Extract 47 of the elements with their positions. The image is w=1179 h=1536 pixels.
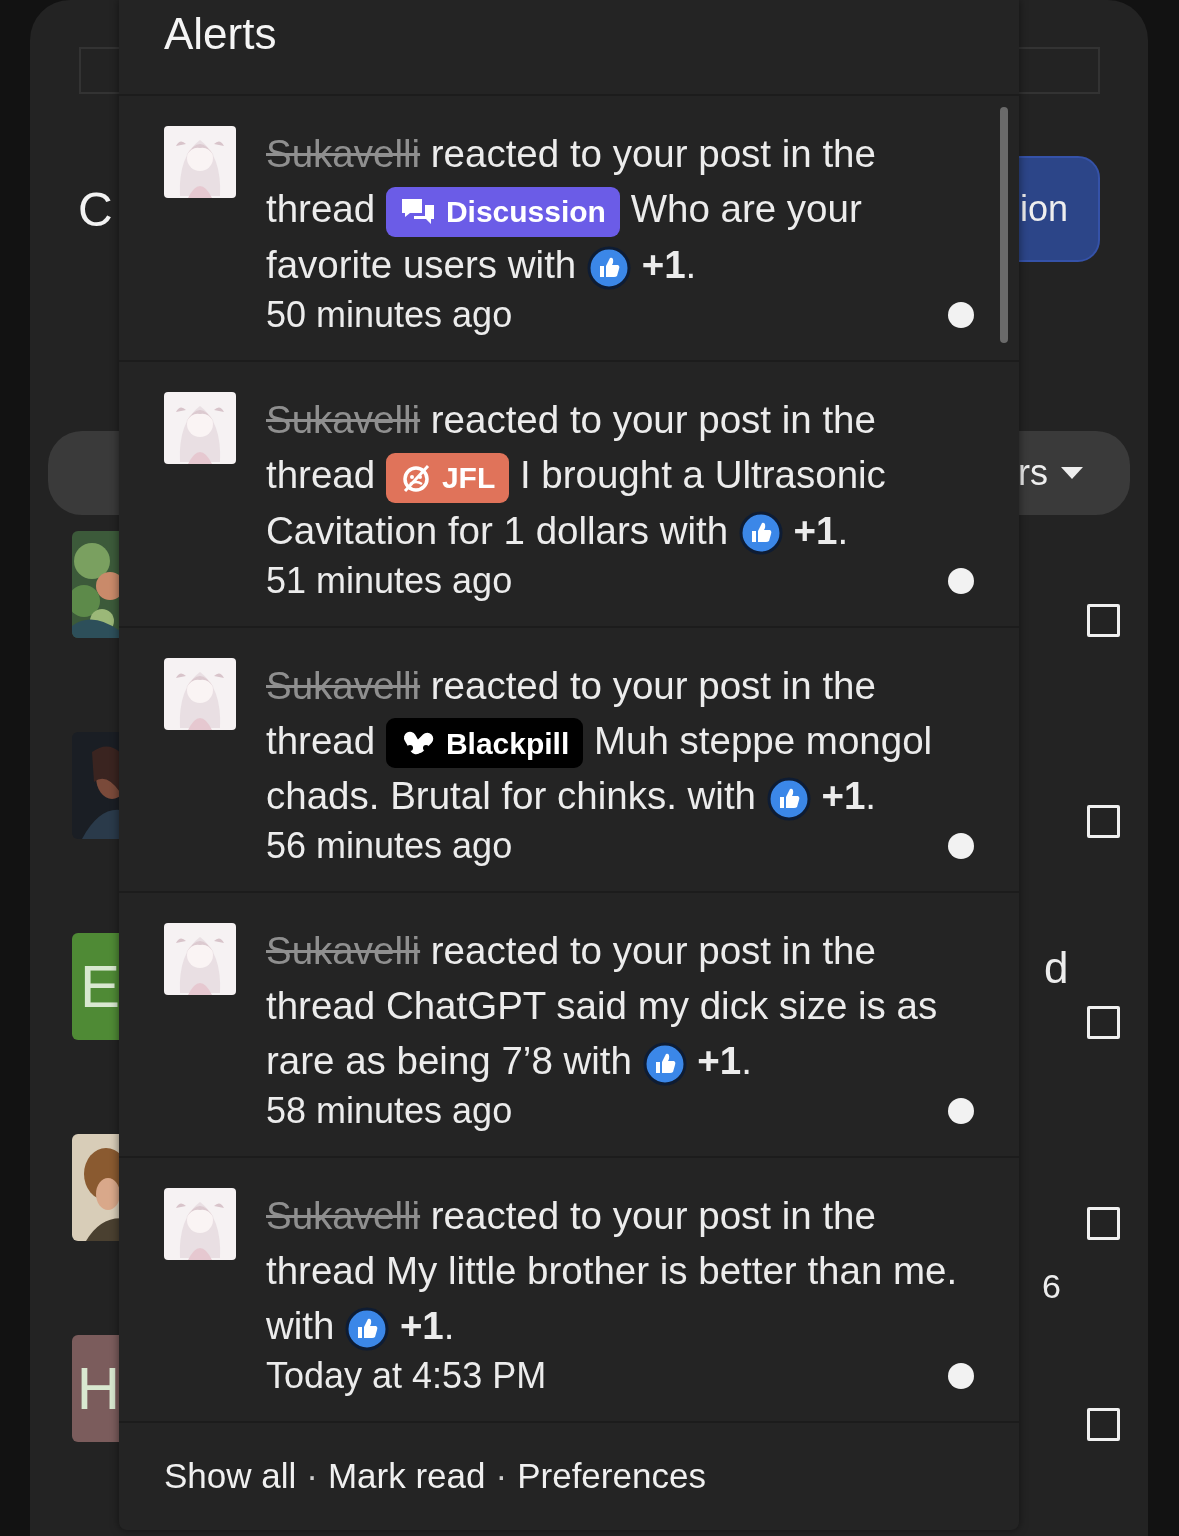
unread-dot[interactable] bbox=[948, 1098, 974, 1125]
alert-text: Sukavelli reacted to your post in the thread JFL I brought a Ultrasonic Cavitation for 1 dollars with +1. bbox=[266, 391, 974, 558]
footer-link[interactable]: Show all bbox=[164, 1456, 297, 1497]
checkbox[interactable] bbox=[1087, 1207, 1120, 1240]
page-heading: C bbox=[78, 181, 113, 237]
alert-time: 50 minutes ago bbox=[266, 292, 513, 337]
alert-text: Sukavelli reacted to your post in the thread Discussion Who are your favorite users with +1. bbox=[266, 126, 974, 292]
alert-text: Sukavelli reacted to your post in the thread Blackpill Muh steppe mongol chads. Brutal for chinks. with +1. bbox=[266, 657, 974, 824]
alert-text: Sukavelli reacted to your post in the thread My little brother is better than me. with +1. bbox=[266, 1188, 974, 1354]
footer-link[interactable]: Mark read bbox=[327, 1456, 486, 1497]
username-link[interactable]: Sukavelli bbox=[266, 663, 421, 707]
username-link[interactable]: Sukavelli bbox=[266, 929, 421, 973]
unread-dot[interactable] bbox=[948, 567, 974, 594]
thread-title: d bbox=[1043, 942, 1069, 994]
alert-time: Today at 4:53 PM bbox=[266, 1354, 547, 1399]
popup-title: Alerts bbox=[164, 9, 277, 58]
separator-dot: · bbox=[306, 1456, 318, 1497]
separator-dot: · bbox=[495, 1456, 508, 1497]
thread-meta: 6 bbox=[1041, 1266, 1061, 1306]
filter-dropdown[interactable]: rs bbox=[1018, 452, 1130, 495]
thumbs-up-icon bbox=[766, 777, 811, 822]
caret-icon bbox=[1060, 466, 1084, 481]
scrollbar[interactable] bbox=[1000, 107, 1008, 343]
thumbs-up-icon bbox=[738, 511, 783, 556]
checkbox[interactable] bbox=[1087, 1408, 1120, 1441]
alert-time: 51 minutes ago bbox=[266, 558, 513, 603]
username-link[interactable]: Sukavelli bbox=[266, 397, 421, 441]
alert-text: Sukavelli reacted to your post in the thread ChatGPT said my dick size is as rare as being 7’8 with +1. bbox=[266, 923, 974, 1089]
prefix-badge: Discussion bbox=[385, 186, 620, 237]
checkbox[interactable] bbox=[1087, 1006, 1120, 1039]
username-link[interactable]: Sukavelli bbox=[266, 1194, 421, 1238]
unread-dot[interactable] bbox=[948, 301, 974, 328]
checkbox[interactable] bbox=[1087, 604, 1120, 637]
thread-thumbnail: E bbox=[72, 933, 120, 1040]
prefix-badge: Blackpill bbox=[385, 718, 584, 769]
prefix-badge: JFL bbox=[385, 452, 510, 503]
thread-thumbnail: H bbox=[72, 1335, 120, 1442]
thumbs-up-icon bbox=[345, 1307, 390, 1352]
unread-dot[interactable] bbox=[948, 1363, 974, 1390]
thumbs-up-icon bbox=[586, 245, 631, 290]
username-link[interactable]: Sukavelli bbox=[266, 132, 421, 175]
checkbox[interactable] bbox=[1087, 805, 1120, 838]
unread-dot[interactable] bbox=[948, 833, 974, 860]
alert-time: 56 minutes ago bbox=[266, 824, 513, 869]
alert-time: 58 minutes ago bbox=[266, 1089, 513, 1134]
footer-link[interactable]: Preferences bbox=[517, 1456, 706, 1497]
thumbs-up-icon bbox=[642, 1042, 687, 1087]
